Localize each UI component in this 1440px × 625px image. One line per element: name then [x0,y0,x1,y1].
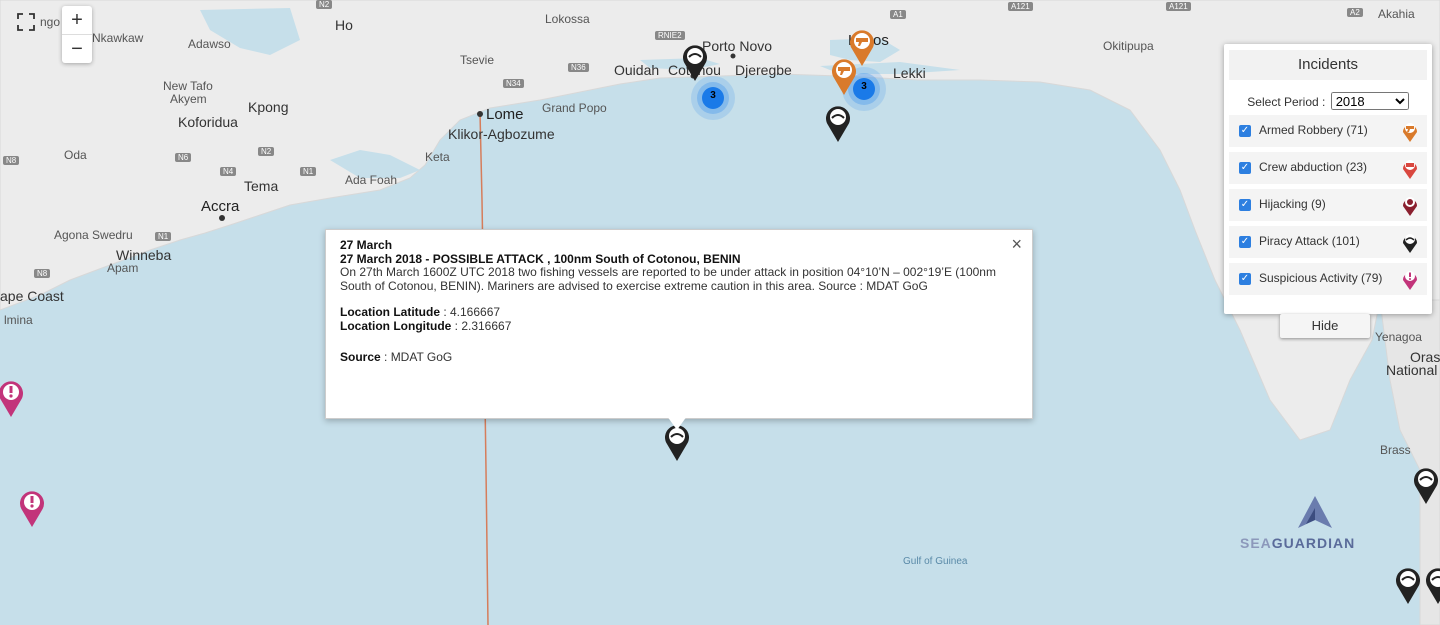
popup-lat-label: Location Latitude [340,305,440,319]
legend-label: Armed Robbery (71) [1259,123,1368,137]
popup-source-label: Source [340,350,381,364]
legend-item-hijacking[interactable]: ✓ Hijacking (9) [1229,189,1427,221]
hijacking-icon [1403,197,1417,216]
zoom-out-button[interactable]: − [62,34,92,63]
popup-lat-value: : 4.166667 [440,305,501,319]
piracy-marker-icon[interactable] [824,103,852,143]
popup-lon-value: : 2.316667 [451,318,512,333]
crew-abduction-icon [1403,160,1417,179]
brand-part1: SEA [1240,535,1272,551]
period-select[interactable]: 2018 [1330,92,1409,110]
checkbox[interactable]: ✓ [1239,162,1251,174]
checkbox[interactable]: ✓ [1239,125,1251,137]
popup-date: 27 March [340,238,393,252]
zoom-in-button[interactable]: + [62,6,92,34]
fullscreen-icon [17,13,35,31]
incident-popup: 27 March 27 March 2018 - POSSIBLE ATTACK… [325,229,1033,419]
zoom-control: + − [62,6,92,63]
suspicious-activity-marker-icon[interactable] [18,488,46,528]
piracy-marker-icon[interactable] [681,42,709,82]
suspicious-activity-marker-icon[interactable] [0,378,25,418]
piracy-marker-icon[interactable] [1424,565,1440,605]
popup-source-value: : MDAT GoG [380,350,453,364]
panel-title: Incidents [1229,50,1427,80]
popup-close-button[interactable]: × [1011,234,1022,255]
checkbox[interactable]: ✓ [1239,199,1251,211]
legend-item-armed-robbery[interactable]: ✓ Armed Robbery (71) [1229,115,1427,147]
piracy-attack-icon [1403,234,1417,253]
period-label: Select Period : [1247,95,1326,109]
checkbox[interactable]: ✓ [1239,273,1251,285]
piracy-marker-icon[interactable] [1394,565,1422,605]
popup-lon-label: Location Longitude [340,318,452,333]
legend-label: Hijacking (9) [1259,197,1326,211]
legend-item-piracy-attack[interactable]: ✓ Piracy Attack (101) [1229,226,1427,258]
legend-item-crew-abduction[interactable]: ✓ Crew abduction (23) [1229,152,1427,184]
legend-label: Suspicious Activity (79) [1259,271,1383,285]
period-selector: Select Period : 2018 [1224,92,1432,110]
popup-tail [667,416,687,430]
brand-part2: GUARDIAN [1271,535,1356,551]
brand-name: SEAGUARDIAN [1240,535,1355,551]
cluster-count: 3 [710,90,716,101]
legend-item-suspicious-activity[interactable]: ✓ Suspicious Activity (79) [1229,263,1427,295]
popup-headline: 27 March 2018 - POSSIBLE ATTACK , 100nm … [340,251,741,266]
hide-panel-button[interactable]: Hide [1280,314,1370,338]
suspicious-activity-icon [1403,271,1417,290]
legend-label: Crew abduction (23) [1259,160,1368,174]
fullscreen-button[interactable] [12,8,40,36]
popup-body: On 27th March 1600Z UTC 2018 two fishing… [340,265,996,293]
checkbox[interactable]: ✓ [1239,236,1251,248]
armed-robbery-marker-icon[interactable] [830,56,858,96]
armed-robbery-icon [1403,123,1417,142]
incidents-panel: Incidents Select Period : 2018 ✓ Armed R… [1224,44,1432,314]
legend-label: Piracy Attack (101) [1259,234,1360,248]
piracy-marker-icon[interactable] [1412,465,1440,505]
